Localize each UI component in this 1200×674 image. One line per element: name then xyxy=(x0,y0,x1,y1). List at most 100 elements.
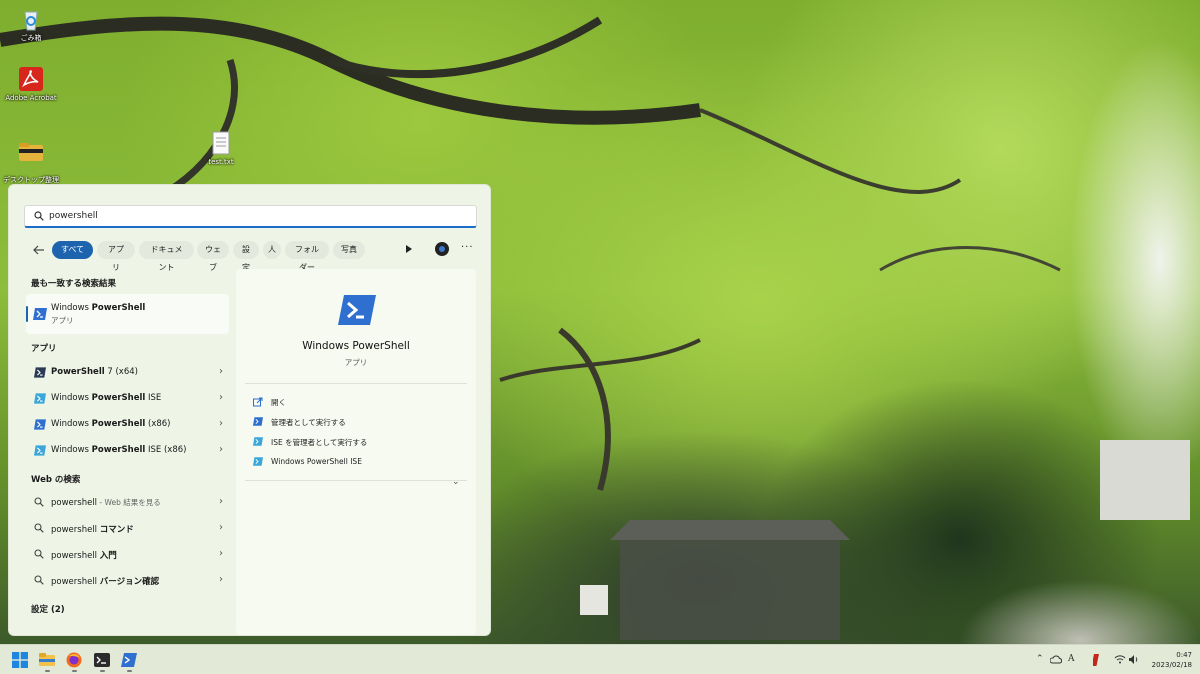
clock[interactable]: 0:47 2023/02/18 xyxy=(1142,650,1192,670)
label-suffix: 7 (x64) xyxy=(104,367,138,377)
action-open[interactable]: 開く xyxy=(253,394,463,410)
app-result-powershell-ise[interactable]: Windows PowerShell ISE › xyxy=(26,388,229,410)
label-suffix: ISE (x86) xyxy=(145,445,187,455)
more-options-icon[interactable]: ··· xyxy=(461,242,474,253)
taskbar: ⌃ A 0:47 2023/02/18 xyxy=(0,644,1200,674)
best-match-result-windows-powershell[interactable]: Windows PowerShell アプリ xyxy=(26,294,229,334)
search-input[interactable]: powershell xyxy=(24,205,477,228)
web-result-label: powershell コマンド xyxy=(51,523,134,535)
app-result-powershell-x86[interactable]: Windows PowerShell (x86) › xyxy=(26,414,229,436)
ime-indicator[interactable]: A xyxy=(1068,654,1075,664)
back-arrow-icon[interactable] xyxy=(32,243,46,257)
powershell-ise-x86-icon xyxy=(34,445,46,456)
chevron-right-icon[interactable]: › xyxy=(219,496,223,507)
filter-chip-settings[interactable]: 設定 xyxy=(233,241,259,272)
start-menu-search-panel: powershell すべて アプリ ドキュメント ウェブ 設定 人 フォルダー… xyxy=(8,184,491,636)
action-run-as-admin[interactable]: 管理者として実行する xyxy=(253,414,463,430)
open-external-icon xyxy=(253,397,263,407)
security-shield-icon[interactable] xyxy=(1093,654,1101,666)
action-run-ise-as-admin[interactable]: ISE を管理者として実行する xyxy=(253,434,463,450)
app-result-powershell-7[interactable]: PowerShell 7 (x64) › xyxy=(26,362,229,384)
chevron-down-icon[interactable]: ⌄ xyxy=(452,477,460,487)
account-avatar-icon[interactable] xyxy=(435,242,449,256)
web-result-powershell-version[interactable]: powershell バージョン確認 › xyxy=(26,570,229,592)
label-bold: 入門 xyxy=(99,551,117,561)
desktop-icon-adobe-acrobat[interactable]: Adobe Acrobat xyxy=(3,66,59,103)
filter-chip-all[interactable]: すべて xyxy=(52,241,93,259)
label-bold: PowerShell xyxy=(91,393,146,403)
label-suffix: ISE xyxy=(145,393,162,403)
app-result-label: Windows PowerShell ISE xyxy=(51,393,161,403)
chevron-right-icon[interactable]: › xyxy=(219,366,223,377)
label-prefix: Windows xyxy=(51,445,92,455)
settings-results-heading[interactable]: 設定 (2) xyxy=(31,603,65,615)
terminal-icon[interactable] xyxy=(94,652,110,668)
chevron-right-icon[interactable]: › xyxy=(219,392,223,403)
powershell-x86-icon xyxy=(34,419,46,430)
text-file-icon xyxy=(212,131,230,155)
running-indicator xyxy=(72,670,77,672)
web-search-heading: Web の検索 xyxy=(31,475,81,485)
label-prefix: Windows xyxy=(51,419,92,429)
speaker-icon[interactable] xyxy=(1129,655,1140,664)
divider xyxy=(245,480,467,481)
search-input-value: powershell xyxy=(49,211,98,221)
recycle-bin-icon xyxy=(24,11,38,31)
selection-indicator xyxy=(26,306,28,322)
filter-chip-photos[interactable]: 写真 xyxy=(333,241,365,259)
running-indicator xyxy=(100,670,105,672)
chevron-up-icon[interactable]: ⌃ xyxy=(1036,654,1044,664)
running-indicator xyxy=(127,670,132,672)
label-bold: PowerShell xyxy=(91,419,146,429)
best-match-name-prefix: Windows xyxy=(51,303,92,313)
filter-chip-documents[interactable]: ドキュメント xyxy=(139,241,194,272)
filter-chip-web[interactable]: ウェブ xyxy=(197,241,229,272)
best-match-name-bold: PowerShell xyxy=(91,303,146,313)
search-icon xyxy=(34,497,44,507)
powershell-7-icon xyxy=(34,367,46,378)
chevron-right-icon[interactable]: › xyxy=(219,444,223,455)
powershell-ise-icon xyxy=(253,457,263,466)
apps-heading: アプリ xyxy=(31,344,57,354)
action-label: 管理者として実行する xyxy=(271,418,346,427)
filter-chip-folders[interactable]: フォルダー xyxy=(285,241,329,272)
web-result-label: powershell バージョン確認 xyxy=(51,575,159,587)
search-icon xyxy=(34,523,44,533)
powershell-taskbar-icon[interactable] xyxy=(121,652,137,668)
search-icon xyxy=(34,211,44,221)
best-match-type: アプリ xyxy=(51,316,74,325)
label-bold: バージョン確認 xyxy=(99,577,160,587)
firefox-icon[interactable] xyxy=(66,652,82,668)
file-explorer-icon[interactable] xyxy=(39,652,55,668)
search-icon xyxy=(34,575,44,585)
web-result-powershell-intro[interactable]: powershell 入門 › xyxy=(26,544,229,566)
windows-start-icon[interactable] xyxy=(12,652,28,668)
action-open-ise[interactable]: Windows PowerShell ISE xyxy=(253,454,463,470)
desktop-icon-text-file[interactable]: test.txt xyxy=(193,130,249,167)
play-more-filters-icon[interactable] xyxy=(406,245,412,253)
app-result-powershell-ise-x86[interactable]: Windows PowerShell ISE (x86) › xyxy=(26,440,229,462)
powershell-ise-icon xyxy=(253,437,263,446)
web-result-label: powershell 入門 xyxy=(51,549,117,561)
filter-chip-apps[interactable]: アプリ xyxy=(97,241,135,272)
desktop-icon-recycle-bin[interactable]: ごみ箱 xyxy=(3,6,59,43)
label-prefix: powershell xyxy=(51,551,100,561)
wifi-icon[interactable] xyxy=(1114,655,1126,664)
label-prefix: powershell xyxy=(51,577,100,587)
detail-title: Windows PowerShell xyxy=(302,340,410,352)
best-match-name: Windows PowerShell xyxy=(51,303,145,313)
powershell-icon xyxy=(33,308,47,320)
chevron-right-icon[interactable]: › xyxy=(219,418,223,429)
best-match-heading: 最も一致する検索結果 xyxy=(31,279,117,289)
action-label: 開く xyxy=(271,398,286,407)
chevron-right-icon[interactable]: › xyxy=(219,522,223,533)
powershell-ise-icon xyxy=(34,393,46,404)
web-result-powershell[interactable]: powershell - Web 結果を見る › xyxy=(26,492,229,514)
onedrive-cloud-icon[interactable] xyxy=(1050,655,1062,664)
chevron-right-icon[interactable]: › xyxy=(219,548,223,559)
divider xyxy=(245,383,467,384)
web-result-powershell-command[interactable]: powershell コマンド › xyxy=(26,518,229,540)
chevron-right-icon[interactable]: › xyxy=(219,574,223,585)
filter-chip-people[interactable]: 人 xyxy=(263,241,281,259)
app-result-label: PowerShell 7 (x64) xyxy=(51,367,138,377)
